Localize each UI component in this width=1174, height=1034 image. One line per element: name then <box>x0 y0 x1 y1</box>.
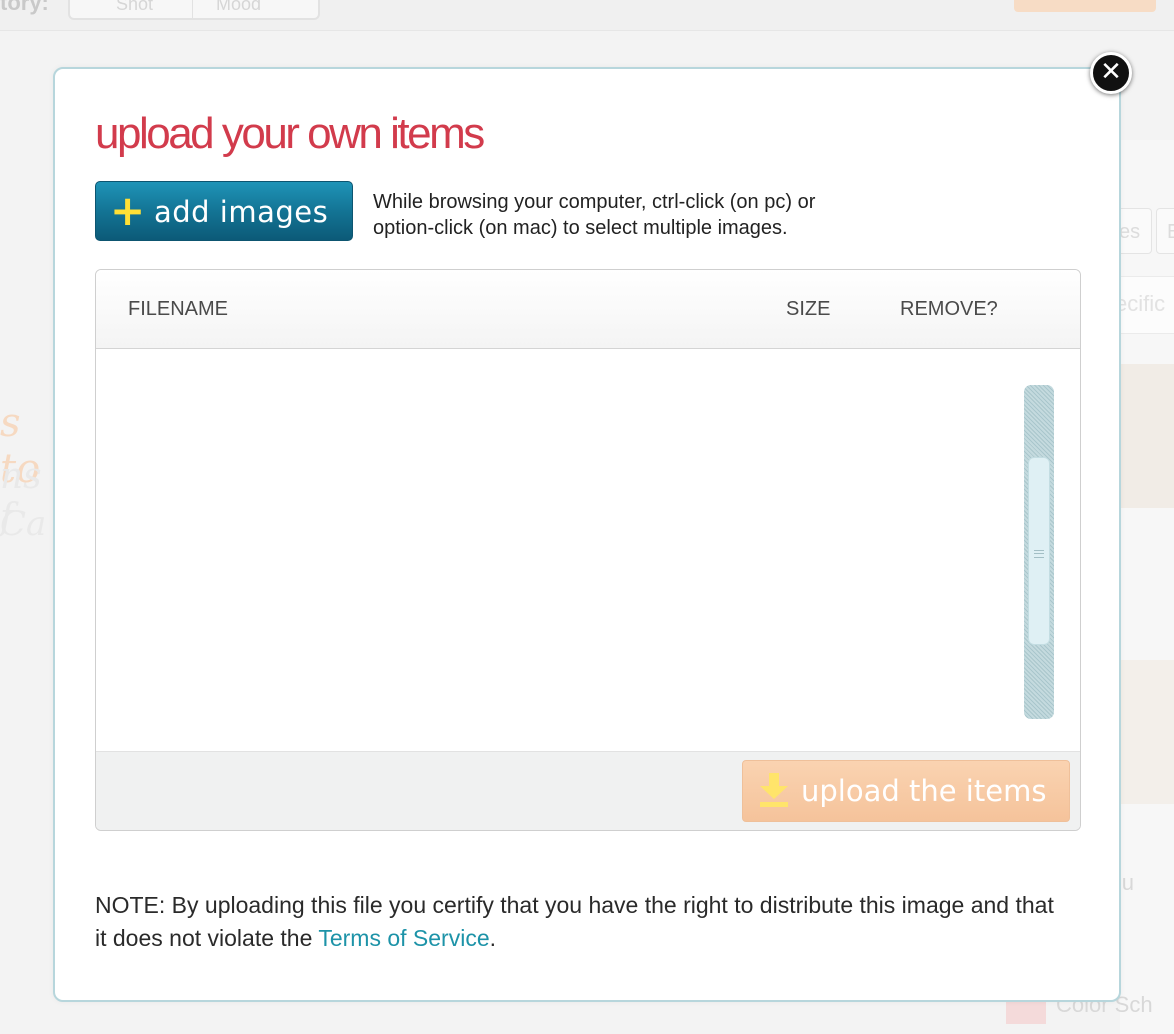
background-thumbnail <box>1114 364 1174 508</box>
background-tab-2: E <box>1156 208 1174 254</box>
note-text: NOTE: By uploading this file you certify… <box>95 892 1054 951</box>
background-scribble-3: Ca <box>0 504 47 544</box>
background-segment-shot: Shot <box>116 0 154 14</box>
column-filename: FILENAME <box>128 298 229 320</box>
column-remove: REMOVE? <box>900 298 998 320</box>
background-category-label: tory: <box>0 0 49 15</box>
upload-hint-line-1: While browsing your computer, ctrl-click… <box>373 191 816 213</box>
note-end: . <box>489 925 496 951</box>
background-search-placeholder: ecific <box>1115 291 1166 316</box>
close-button[interactable]: ✕ <box>1090 52 1132 94</box>
add-images-button[interactable]: + add images <box>95 181 353 241</box>
background-right-panel <box>1120 140 1174 1034</box>
upload-items-label: upload the items <box>801 774 1047 808</box>
upload-note: NOTE: By uploading this file you certify… <box>95 889 1055 955</box>
grip-icon <box>1034 550 1044 558</box>
file-table-header: FILENAME SIZE REMOVE? <box>96 270 1080 349</box>
scrollbar-thumb[interactable] <box>1028 457 1050 645</box>
plus-icon: + <box>110 186 146 235</box>
scrollbar-track[interactable] <box>1024 385 1054 719</box>
upload-hint-line-2: option-click (on mac) to select multiple… <box>373 217 788 239</box>
background-orange-button <box>1014 0 1156 12</box>
file-table: FILENAME SIZE REMOVE? upload the items <box>95 269 1081 831</box>
add-images-label: add images <box>154 195 329 229</box>
background-segment-mood: Mood <box>216 0 262 14</box>
background-tab-1-label: es <box>1119 221 1141 243</box>
column-size: SIZE <box>786 298 831 320</box>
terms-of-service-link[interactable]: Terms of Service <box>318 925 489 951</box>
modal-title: upload your own items <box>95 109 485 158</box>
download-icon <box>760 773 788 807</box>
upload-items-button[interactable]: upload the items <box>742 760 1070 822</box>
close-icon: ✕ <box>1100 57 1122 87</box>
background-segment-divider <box>192 0 193 18</box>
background-segment-control: Shot Mood <box>68 0 320 20</box>
file-list <box>96 349 1080 751</box>
background-tab-2-label: E <box>1167 221 1174 243</box>
upload-hint: While browsing your computer, ctrl-click… <box>373 189 973 241</box>
file-table-footer: upload the items <box>96 751 1080 830</box>
upload-modal: upload your own items + add images While… <box>53 67 1121 1002</box>
background-thumbnail <box>1114 660 1174 804</box>
